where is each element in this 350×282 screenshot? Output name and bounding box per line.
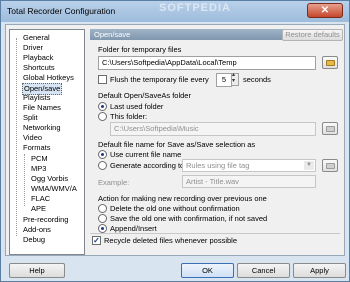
this-folder-radio[interactable] (98, 112, 107, 121)
last-used-folder-label: Last used folder (110, 102, 164, 111)
example-field: Artist - Title.wav (182, 175, 316, 188)
tree-item-formats[interactable]: Formats (22, 143, 52, 153)
generate-rule-dropdown[interactable]: Rules using file tag ▼ (182, 159, 316, 172)
tree-connector (16, 38, 17, 236)
tree-item-file-names[interactable]: File Names (22, 103, 62, 113)
cancel-button[interactable]: Cancel (237, 263, 290, 278)
flush-seconds-field[interactable]: 5 (216, 73, 232, 87)
tree-item-general[interactable]: General (22, 33, 51, 43)
open-save-panel: Open/save Restore defaults Folder for te… (90, 29, 344, 255)
tree-item-wma-wmv[interactable]: WMA/WMV/A (30, 184, 78, 194)
close-button[interactable]: ✕ (307, 3, 343, 18)
delete-old-label: Delete the old one without confirmation (110, 204, 240, 213)
tree-item-flac[interactable]: FLAC (30, 194, 51, 204)
tree-item-ape[interactable]: APE (30, 204, 47, 214)
panel-header: Open/save (90, 29, 284, 40)
default-name-label: Default file name for Save as/Save selec… (98, 140, 256, 149)
tree-item-ogg-vorbis[interactable]: Ogg Vorbis (30, 174, 69, 184)
settings-tree[interactable]: General Driver Playback Shortcuts Global… (9, 29, 85, 255)
flush-checkbox[interactable] (98, 75, 107, 84)
browse-this-folder-button[interactable] (322, 122, 338, 135)
generate-rule-value: Rules using file tag (186, 161, 250, 170)
settings-icon (326, 163, 335, 169)
restore-defaults-button[interactable]: Restore defaults (282, 29, 343, 41)
this-folder-label: This folder: (110, 112, 148, 121)
this-folder-field[interactable]: C:\Users\Softpedia\Music (110, 122, 316, 136)
generate-according-radio[interactable] (98, 161, 107, 170)
tree-item-pre-recording[interactable]: Pre-recording (22, 215, 69, 225)
folder-icon (326, 60, 335, 66)
chevron-down-icon: ▼ (304, 161, 314, 170)
tree-item-playback[interactable]: Playback (22, 53, 54, 63)
window-title: Total Recorder Configuration (7, 6, 116, 16)
tree-item-split[interactable]: Split (22, 113, 39, 123)
append-insert-radio[interactable] (98, 224, 107, 233)
ok-button[interactable]: OK (181, 263, 234, 278)
configuration-window: Total Recorder Configuration SOFTPEDIA ✕… (0, 0, 350, 282)
flush-label: Flush the temporary file every (110, 75, 209, 84)
example-label: Example: (98, 178, 130, 187)
default-folder-label: Default Open/SaveAs folder (98, 91, 191, 100)
save-old-radio[interactable] (98, 214, 107, 223)
generate-according-label: Generate according to: (110, 161, 187, 170)
flush-unit-label: seconds (243, 75, 271, 84)
recycle-label: Recycle deleted files whenever possible (104, 236, 237, 245)
temp-folder-label: Folder for temporary files (98, 45, 182, 54)
title-bar[interactable]: Total Recorder Configuration SOFTPEDIA ✕ (1, 1, 349, 22)
tree-item-debug[interactable]: Debug (22, 235, 46, 245)
tree-item-global-hotkeys[interactable]: Global Hotkeys (22, 73, 75, 83)
save-old-label: Save the old one with confirmation, if n… (110, 214, 268, 223)
help-button[interactable]: Help (9, 263, 65, 278)
action-label: Action for making new recording over pre… (98, 194, 267, 203)
temp-folder-field[interactable]: C:\Users\Softpedia\AppData\Local\Temp (98, 56, 316, 70)
tree-item-networking[interactable]: Networking (22, 123, 62, 133)
flush-seconds-spinner[interactable] (231, 71, 239, 86)
recycle-checkbox[interactable]: ✓ (92, 236, 101, 245)
tree-item-mp3[interactable]: MP3 (30, 164, 47, 174)
append-insert-label: Append/Insert (110, 224, 157, 233)
last-used-folder-radio[interactable] (98, 102, 107, 111)
tree-item-shortcuts[interactable]: Shortcuts (22, 63, 56, 73)
section-divider (90, 233, 340, 234)
browse-temp-folder-button[interactable] (322, 56, 338, 69)
use-current-name-radio[interactable] (98, 150, 107, 159)
tree-item-playlists[interactable]: Playlists (22, 93, 52, 103)
dialog-client: General Driver Playback Shortcuts Global… (5, 24, 345, 256)
generate-rule-settings-button[interactable] (322, 159, 338, 172)
tree-item-pcm[interactable]: PCM (30, 154, 49, 164)
tree-item-video[interactable]: Video (22, 133, 43, 143)
tree-connector (24, 154, 25, 206)
use-current-name-label: Use current file name (110, 150, 182, 159)
tree-item-driver[interactable]: Driver (22, 43, 44, 53)
softpedia-watermark: SOFTPEDIA (159, 2, 231, 14)
delete-old-radio[interactable] (98, 204, 107, 213)
tree-item-add-ons[interactable]: Add-ons (22, 225, 52, 235)
apply-button[interactable]: Apply (293, 263, 346, 278)
folder-icon (326, 126, 335, 132)
